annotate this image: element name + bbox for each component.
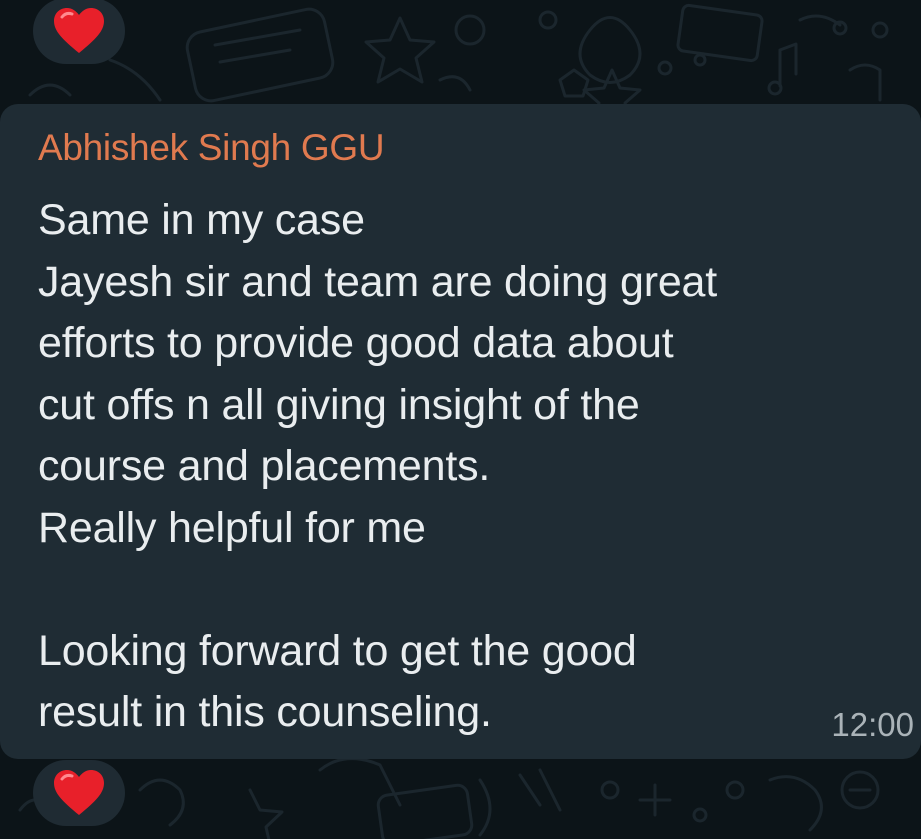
message-line: result in this counseling. — [38, 688, 492, 736]
message-line-blank — [38, 559, 717, 621]
sender-name[interactable]: Abhishek Singh GGU — [38, 125, 385, 171]
red-heart-icon — [54, 8, 104, 53]
message-line: cut offs n all giving insight of the — [38, 380, 640, 429]
message-line: Jayesh sir and team are doing great — [38, 257, 718, 306]
message-line: Looking forward to get the good — [38, 626, 637, 675]
message-line: efforts to provide good data about — [38, 319, 674, 367]
message-text: Same in my case Jayesh sir and team are … — [38, 190, 717, 744]
message-bubble[interactable]: Abhishek Singh GGU Same in my case Jayes… — [0, 104, 921, 759]
red-heart-icon — [54, 770, 104, 815]
message-timestamp: 12:00 — [831, 706, 914, 743]
heart-reaction-badge-bottom[interactable] — [33, 760, 125, 826]
message-line: course and placements. — [38, 442, 491, 490]
heart-reaction-badge-top[interactable] — [33, 0, 125, 64]
message-line: Same in my case — [38, 196, 365, 244]
message-line: Really helpful for me — [38, 503, 426, 552]
